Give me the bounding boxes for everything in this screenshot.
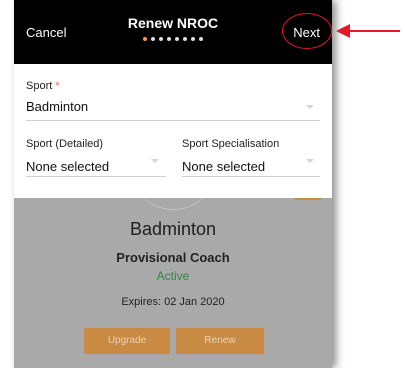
- step-dot: [175, 37, 179, 41]
- sport-form: Sport * Badminton Sport (Detailed) None …: [14, 64, 332, 198]
- phone-screen: Badminton Provisional Coach Active Expir…: [14, 0, 332, 368]
- step-dot: [143, 37, 147, 41]
- step-dot: [199, 37, 203, 41]
- chevron-down-icon[interactable]: [151, 159, 159, 163]
- sport-specialisation-underline: [182, 176, 320, 177]
- navigation-bar: Cancel Renew NROC Next: [14, 0, 332, 64]
- step-dot: [183, 37, 187, 41]
- sport-detailed-label: Sport (Detailed): [26, 138, 104, 150]
- upgrade-button[interactable]: Upgrade: [84, 328, 170, 354]
- required-mark: *: [55, 80, 60, 92]
- renew-button[interactable]: Renew: [176, 328, 264, 354]
- step-dot: [151, 37, 155, 41]
- chevron-down-icon[interactable]: [306, 159, 314, 163]
- highlight-circle: [282, 13, 332, 49]
- step-dot: [191, 37, 195, 41]
- sport-specialisation-select[interactable]: None selected: [182, 159, 265, 174]
- sport-label: Sport *: [26, 80, 60, 92]
- sport-select[interactable]: Badminton: [26, 99, 88, 114]
- chevron-down-icon[interactable]: [306, 105, 314, 109]
- sport-detailed-underline: [26, 176, 166, 177]
- sport-underline: [26, 120, 320, 121]
- sport-specialisation-label: Sport Specialisation: [182, 138, 280, 150]
- step-dot: [159, 37, 163, 41]
- status-text: Active: [156, 269, 190, 283]
- expiry-date: Expires: 02 Jan 2020: [121, 296, 225, 308]
- annotation-arrow-line: [348, 30, 400, 32]
- sport-detailed-select[interactable]: None selected: [26, 159, 109, 174]
- coach-level: Provisional Coach: [116, 250, 230, 265]
- step-dot: [167, 37, 171, 41]
- annotation-arrow-icon: [336, 24, 350, 38]
- card-sport-name: Badminton: [129, 219, 217, 239]
